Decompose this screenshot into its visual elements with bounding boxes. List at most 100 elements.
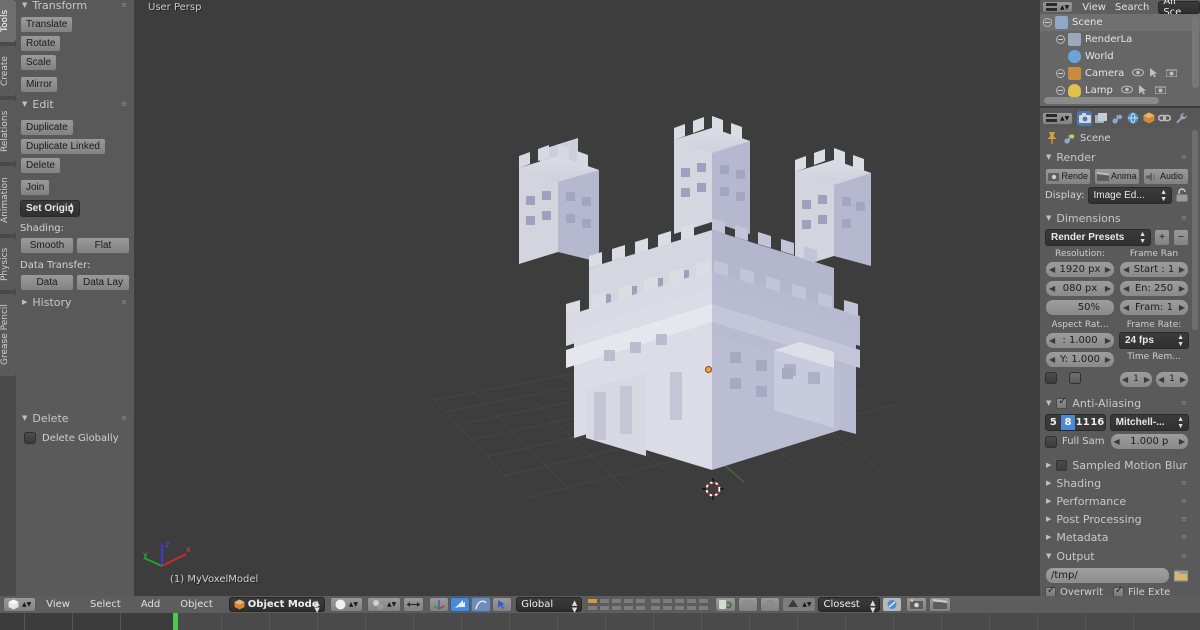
properties-tab-modifiers[interactable] — [1173, 111, 1188, 126]
menu-select[interactable]: Select — [80, 599, 131, 610]
tab-create[interactable]: Create — [0, 46, 16, 96]
layer-cell[interactable] — [662, 605, 674, 611]
chevron-left-icon[interactable]: ◀ — [1123, 281, 1129, 296]
layer-cell[interactable] — [623, 598, 635, 604]
voxel-castle-model[interactable] — [134, 0, 1038, 596]
layer-cell[interactable] — [587, 605, 599, 611]
panel-header-metadata[interactable]: ▶ Metadata ≡ — [1040, 529, 1194, 545]
resolution-x-field[interactable]: ◀ 1920 px ▶ — [1045, 261, 1115, 278]
aa-samples-16[interactable]: 16 — [1089, 415, 1105, 430]
set-origin-dropdown[interactable]: Set Origin ▲ ▼ — [20, 200, 80, 217]
rotate-button[interactable]: Rotate — [20, 35, 62, 52]
layer-cell[interactable] — [662, 598, 674, 604]
editor-type-selector[interactable]: ▲▼ — [1042, 111, 1074, 125]
border-toggle[interactable] — [1045, 372, 1057, 384]
expander-icon[interactable] — [1056, 69, 1065, 78]
resolution-percentage-field[interactable]: 50% — [1045, 299, 1115, 316]
properties-tab-world[interactable] — [1125, 111, 1140, 126]
panel-header-edit[interactable]: ▼ Edit ≡ — [16, 96, 134, 112]
layer-cell[interactable] — [635, 605, 647, 611]
layer-group-2[interactable] — [650, 598, 710, 611]
pin-icon[interactable] — [1046, 132, 1058, 144]
chevron-right-icon[interactable]: ▶ — [1179, 434, 1185, 449]
panel-header-render[interactable]: ▼ Render ≡ — [1040, 149, 1194, 165]
open-folder-icon[interactable] — [1173, 568, 1189, 583]
layer-row[interactable] — [650, 598, 710, 604]
panel-header-shading[interactable]: ▶ Shading ≡ — [1040, 475, 1194, 491]
panel-header-delete[interactable]: ▼ Delete ≡ — [16, 410, 134, 426]
properties-tab-object[interactable] — [1141, 111, 1156, 126]
properties-tab-constraints[interactable] — [1157, 111, 1172, 126]
properties-tab-scene[interactable] — [1109, 111, 1124, 126]
layer-row[interactable] — [587, 605, 647, 611]
tab-grease-pencil[interactable]: Grease Pencil — [0, 294, 16, 376]
panel-header-performance[interactable]: ▶ Performance ≡ — [1040, 493, 1194, 509]
motion-blur-checkbox[interactable] — [1056, 459, 1068, 471]
properties-tab-render-layers[interactable] — [1093, 111, 1108, 126]
duplicate-linked-button[interactable]: Duplicate Linked — [20, 138, 106, 155]
chevron-right-icon[interactable]: ▶ — [1105, 262, 1111, 277]
lock-interface-icon[interactable] — [1175, 188, 1189, 203]
outliner-row-scene[interactable]: Scene — [1040, 14, 1200, 31]
layer-cell[interactable] — [587, 598, 599, 604]
transform-orientation-dropdown[interactable]: Global ▲ ▼ — [516, 597, 583, 614]
chevron-right-icon[interactable]: ▶ — [1180, 372, 1186, 387]
timeline-playhead[interactable] — [173, 613, 178, 630]
layer-row[interactable] — [650, 605, 710, 611]
resolution-y-field[interactable]: ◀ 080 px ▶ — [1045, 280, 1115, 297]
layer-cell[interactable] — [599, 598, 611, 604]
panel-header-output[interactable]: ▼ Output ≡ — [1040, 548, 1194, 564]
render-animation-button[interactable]: Anima — [1094, 168, 1140, 185]
aa-samples-8[interactable]: 8 — [1060, 415, 1076, 430]
layer-row[interactable] — [587, 598, 647, 604]
display-mode-dropdown[interactable]: Image Ed... ▲ ▼ — [1087, 187, 1172, 204]
layer-cell[interactable] — [611, 598, 623, 604]
aa-samples-5[interactable]: 5 — [1046, 415, 1061, 430]
layer-cell[interactable] — [599, 605, 611, 611]
delete-globally-row[interactable]: Delete Globally — [16, 426, 134, 444]
antialiasing-checkbox[interactable] — [1056, 396, 1068, 409]
layer-cell[interactable] — [650, 605, 662, 611]
panel-header-antialiasing[interactable]: ▼ Anti-Aliasing ≡ — [1040, 395, 1194, 411]
proportional-edit-button[interactable] — [738, 597, 759, 612]
layer-cell[interactable] — [650, 598, 662, 604]
add-preset-button[interactable]: + — [1154, 229, 1170, 246]
chevron-right-icon[interactable]: ▶ — [1105, 352, 1111, 367]
tab-animation[interactable]: Animation — [0, 166, 16, 234]
menu-object[interactable]: Object — [170, 599, 223, 610]
chevron-right-icon[interactable]: ▶ — [1105, 333, 1111, 348]
layer-selector[interactable] — [587, 598, 710, 611]
snap-toggle-button[interactable] — [760, 597, 781, 612]
chevron-right-icon[interactable]: ▶ — [1105, 281, 1111, 296]
panel-header-history[interactable]: ▶ History ≡ — [16, 294, 134, 310]
outliner-menu-search[interactable]: Search — [1115, 2, 1149, 13]
chevron-right-icon[interactable]: ▶ — [1144, 372, 1150, 387]
frame-end-field[interactable]: ◀ En: 250 ▶ — [1119, 280, 1189, 297]
full-sample-toggle[interactable] — [1045, 435, 1057, 448]
chevron-left-icon[interactable]: ◀ — [1049, 281, 1055, 296]
properties-tab-render[interactable] — [1077, 110, 1093, 126]
restrict-render-icon[interactable] — [1154, 85, 1167, 96]
chevron-left-icon[interactable]: ◀ — [1123, 300, 1129, 315]
restrict-render-icon[interactable] — [1166, 68, 1178, 79]
outliner-row-camera[interactable]: Camera — [1040, 65, 1200, 82]
timeline-editor[interactable] — [0, 613, 1200, 630]
layer-cell[interactable] — [611, 605, 623, 611]
opengl-render-button[interactable] — [882, 597, 903, 612]
chevron-left-icon[interactable]: ◀ — [1049, 262, 1055, 277]
render-presets-dropdown[interactable]: Render Presets ▲ ▼ — [1045, 229, 1151, 246]
smooth-button[interactable]: Smooth — [20, 237, 74, 254]
viewport-shading-dropdown[interactable]: ▲▼ — [329, 597, 364, 612]
data-layout-button[interactable]: Data Lay — [76, 274, 130, 291]
tab-tools[interactable]: Tools — [0, 0, 16, 42]
chevron-right-icon[interactable]: ▶ — [1179, 281, 1185, 296]
panel-header-sampled-motion-blur[interactable]: ▶ Sampled Motion Blur — [1040, 457, 1194, 473]
properties-scrollbar[interactable] — [1192, 130, 1198, 330]
3d-viewport[interactable]: User Persp (1) MyVoxelModel z y x — [134, 0, 1038, 596]
render-image-button[interactable]: Rende — [1045, 168, 1091, 185]
scale-button[interactable]: Scale — [20, 54, 58, 71]
panel-header-post-processing[interactable]: ▶ Post Processing ≡ — [1040, 511, 1194, 527]
chevron-left-icon[interactable]: ◀ — [1049, 333, 1055, 348]
manipulator-toggle[interactable] — [403, 597, 425, 612]
flat-button[interactable]: Flat — [76, 237, 130, 254]
